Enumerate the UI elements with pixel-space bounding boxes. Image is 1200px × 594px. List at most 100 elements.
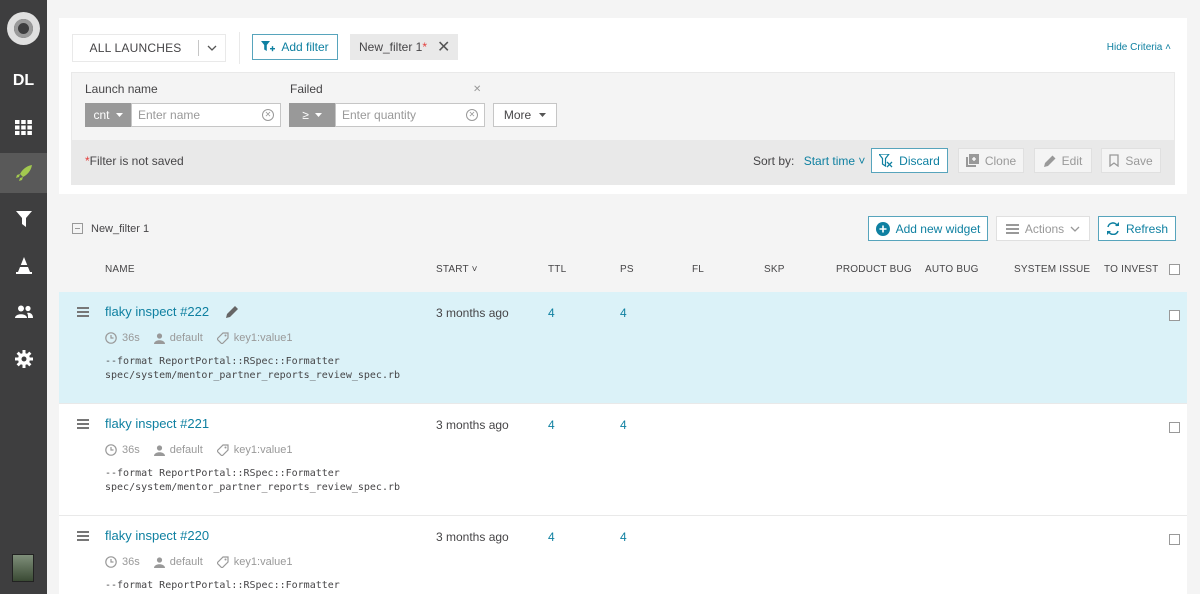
clear-icon[interactable]: ✕ <box>262 109 274 121</box>
actions-label: Actions <box>1024 221 1065 236</box>
edit-label: Edit <box>1061 153 1083 168</box>
select-all-checkbox[interactable] <box>72 223 83 234</box>
owner[interactable]: default <box>153 556 203 568</box>
failed-condition-select[interactable]: ≥ <box>289 103 335 127</box>
attribute[interactable]: key1:value1 <box>216 332 293 344</box>
column-start-label: START <box>436 264 469 275</box>
sidebar-item-members[interactable] <box>0 291 47 331</box>
filter-tab-new-filter[interactable]: New_filter 1 * ✕ <box>350 34 458 60</box>
not-saved-text: Filter is not saved <box>89 154 184 168</box>
description-line: --format ReportPortal::RSpec::Formatter <box>105 356 340 367</box>
close-icon[interactable]: ✕ <box>437 37 450 57</box>
clock-icon <box>105 332 117 344</box>
column-name[interactable]: NAME <box>105 264 135 275</box>
actions-button[interactable]: Actions <box>996 216 1090 241</box>
sidebar-item-settings[interactable] <box>0 339 47 379</box>
caret-down-icon <box>115 113 123 117</box>
launch-name-link[interactable]: flaky inspect #220 <box>105 528 209 543</box>
user-avatar[interactable] <box>12 554 34 582</box>
sidebar-item-filters[interactable] <box>0 199 47 239</box>
owner[interactable]: default <box>153 444 203 456</box>
column-to-invest[interactable]: TO INVEST <box>1104 264 1158 275</box>
hide-criteria-link[interactable]: Hide Criteria ˄ <box>1107 42 1171 53</box>
table-row[interactable]: flaky inspect #221 36s default key1:valu… <box>59 404 1187 516</box>
total-count[interactable]: 4 <box>548 306 555 320</box>
add-widget-button[interactable]: Add new widget <box>868 216 988 241</box>
filter-panel: ALL LAUNCHES Add filter New_filter 1 * ✕ … <box>59 18 1187 194</box>
description-line: spec/system/mentor_partner_reports_revie… <box>105 370 401 381</box>
remove-criterion-icon[interactable]: ✕ <box>473 84 481 95</box>
edit-button[interactable]: Edit <box>1034 148 1092 173</box>
row-checkbox[interactable] <box>1169 534 1180 545</box>
failed-criterion: ≥ Enter quantity ✕ <box>289 103 485 127</box>
launch-name-condition-select[interactable]: cnt <box>85 103 131 127</box>
start-time: 3 months ago <box>436 418 509 432</box>
project-selector[interactable]: DL <box>0 61 47 101</box>
launch-description: --format ReportPortal::RSpec::Formatters… <box>105 355 400 383</box>
hide-criteria-label: Hide Criteria <box>1106 42 1163 53</box>
save-button[interactable]: Save <box>1101 148 1161 173</box>
passed-count[interactable]: 4 <box>620 306 627 320</box>
rocket-icon <box>15 165 32 181</box>
column-fl[interactable]: FL <box>692 264 704 275</box>
launch-description: --format ReportPortal::RSpec::Formatter s… <box>105 467 400 495</box>
drag-handle-icon[interactable] <box>77 531 89 543</box>
owner-value: default <box>169 556 203 568</box>
row-checkbox[interactable] <box>1169 310 1180 321</box>
column-ps[interactable]: PS <box>620 264 634 275</box>
owner-value: default <box>169 444 203 456</box>
clear-icon[interactable]: ✕ <box>466 109 478 121</box>
passed-count[interactable]: 4 <box>620 530 627 544</box>
drag-handle-icon[interactable] <box>77 419 89 431</box>
row-checkbox[interactable] <box>1169 422 1180 433</box>
sidebar-item-launches[interactable] <box>0 153 47 193</box>
sort-by-select[interactable]: Start time ˅ <box>804 154 866 168</box>
launch-meta: 36s default key1:value1 <box>105 556 293 568</box>
column-auto-bug[interactable]: AUTO BUG <box>925 264 979 275</box>
clone-button[interactable]: Clone <box>958 148 1024 173</box>
launch-name-placeholder: Enter name <box>138 108 201 122</box>
unsaved-marker: * <box>422 40 428 54</box>
total-count[interactable]: 4 <box>548 530 555 544</box>
discard-button[interactable]: Discard <box>871 148 948 173</box>
pencil-icon[interactable] <box>226 305 239 318</box>
user-icon <box>153 332 165 344</box>
column-start[interactable]: START ˅ <box>436 264 478 275</box>
attribute[interactable]: key1:value1 <box>216 444 293 456</box>
sort-by-value: Start time <box>803 154 856 168</box>
bookmark-icon <box>1109 154 1119 167</box>
more-criteria-button[interactable]: More <box>493 103 557 127</box>
duration-value: 36s <box>122 444 140 456</box>
column-product-bug[interactable]: PRODUCT BUG <box>836 264 912 275</box>
launch-name-link[interactable]: flaky inspect #222 <box>105 304 209 319</box>
attribute-value: key1:value1 <box>233 444 293 456</box>
attribute[interactable]: key1:value1 <box>216 556 293 568</box>
table-row[interactable]: flaky inspect #222 36s default key1:valu… <box>59 292 1187 404</box>
header-checkbox[interactable] <box>1169 264 1180 275</box>
add-filter-button[interactable]: Add filter <box>252 34 338 60</box>
failed-quantity-input[interactable]: Enter quantity ✕ <box>335 103 485 127</box>
sort-chevron-icon: ˅ <box>471 264 478 275</box>
total-count[interactable]: 4 <box>548 418 555 432</box>
sidebar-item-dashboards[interactable] <box>0 107 47 147</box>
column-system-issue[interactable]: SYSTEM ISSUE <box>1014 264 1090 275</box>
toolbar-filter-name: New_filter 1 <box>91 223 150 235</box>
user-icon <box>153 444 165 456</box>
owner[interactable]: default <box>153 332 203 344</box>
cone-icon <box>15 256 32 274</box>
reportportal-logo[interactable] <box>7 12 40 45</box>
sidebar-item-debug[interactable] <box>0 245 47 285</box>
launch-name-input[interactable]: Enter name ✕ <box>131 103 281 127</box>
caret-down-icon <box>539 113 547 117</box>
more-label: More <box>503 108 532 122</box>
column-ttl[interactable]: TTL <box>548 264 566 275</box>
list-icon <box>1005 223 1019 234</box>
drag-handle-icon[interactable] <box>77 307 89 319</box>
chevron-down-icon[interactable] <box>199 42 225 54</box>
refresh-button[interactable]: Refresh <box>1098 216 1176 241</box>
launch-mode-select[interactable]: ALL LAUNCHES <box>72 34 226 62</box>
column-skp[interactable]: SKP <box>764 264 785 275</box>
passed-count[interactable]: 4 <box>620 418 627 432</box>
launch-name-link[interactable]: flaky inspect #221 <box>105 416 209 431</box>
table-row[interactable]: flaky inspect #220 36s default key1:valu… <box>59 516 1187 594</box>
